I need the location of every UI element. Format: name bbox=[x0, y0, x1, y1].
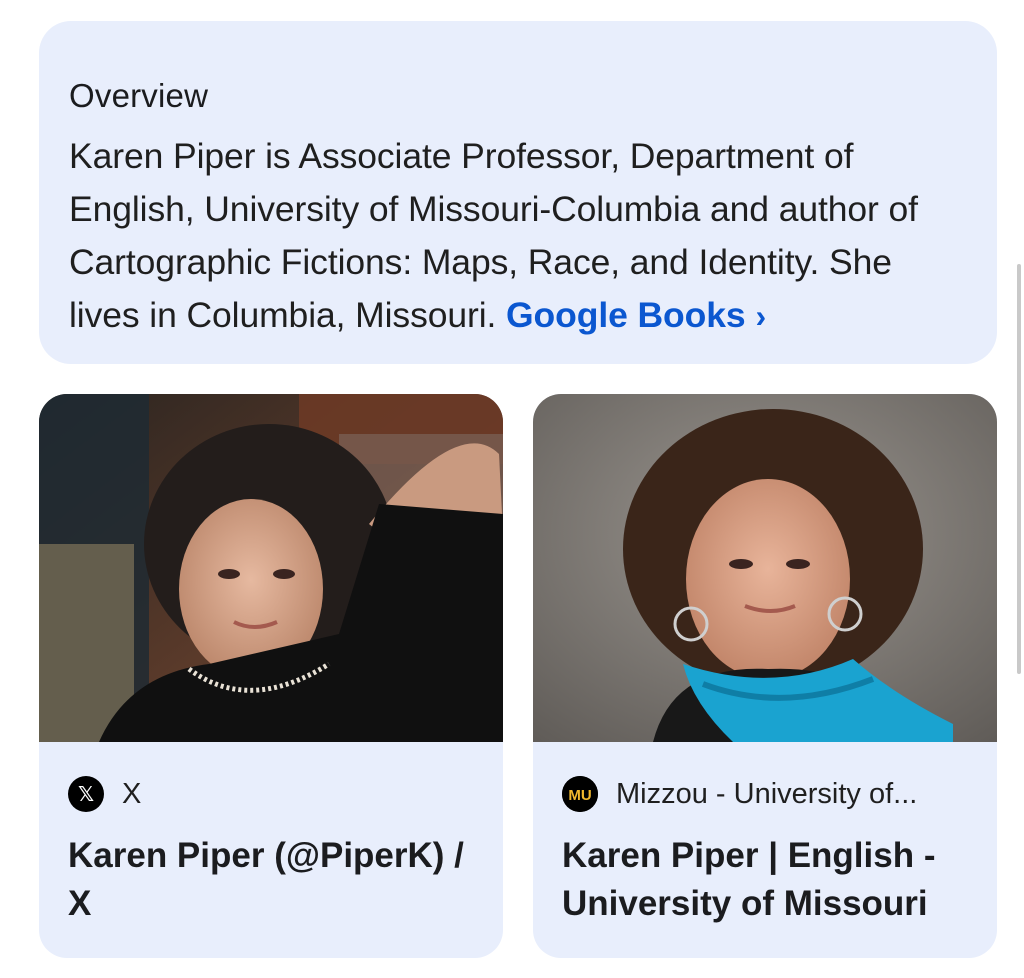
result-card-x[interactable]: 𝕏 X Karen Piper (@PiperK) / X bbox=[39, 394, 503, 958]
portrait-photo bbox=[39, 394, 503, 742]
search-panel: Overview Karen Piper is Associate Profes… bbox=[0, 0, 1024, 978]
mizzou-logo-icon: MU bbox=[562, 776, 598, 812]
result-title-link[interactable]: Karen Piper | English - University of Mi… bbox=[562, 832, 972, 928]
scrollbar[interactable] bbox=[1017, 264, 1021, 674]
overview-heading: Overview bbox=[69, 77, 209, 114]
mizzou-logo-icon: MU bbox=[562, 776, 598, 812]
google-books-label: Google Books bbox=[506, 295, 746, 335]
google-books-link[interactable]: Google Books › bbox=[506, 295, 766, 335]
result-image[interactable] bbox=[533, 394, 997, 742]
source-row: 𝕏 X bbox=[68, 774, 141, 814]
result-card-mizzou[interactable]: MU Mizzou - University of... Karen Piper… bbox=[533, 394, 997, 958]
overview-description: Karen Piper is Associate Professor, Depa… bbox=[69, 130, 967, 343]
source-name: X bbox=[122, 777, 142, 810]
x-logo-icon: 𝕏 bbox=[68, 776, 104, 812]
result-image[interactable] bbox=[39, 394, 503, 742]
portrait-photo bbox=[533, 394, 997, 742]
source-row: MU Mizzou - University of... bbox=[562, 774, 917, 814]
source-name: Mizzou - University of... bbox=[616, 777, 918, 810]
svg-text:MU: MU bbox=[568, 787, 591, 804]
overview-card: Overview Karen Piper is Associate Profes… bbox=[39, 21, 997, 364]
overview-text: Karen Piper is Associate Professor, Depa… bbox=[69, 136, 918, 335]
chevron-right-icon: › bbox=[755, 298, 767, 334]
result-title-link[interactable]: Karen Piper (@PiperK) / X bbox=[68, 832, 478, 928]
